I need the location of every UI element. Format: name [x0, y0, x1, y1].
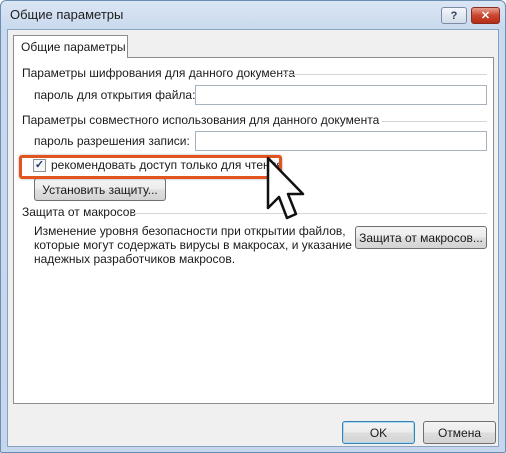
open-password-label: пароль для открытия файла:: [34, 88, 196, 102]
dialog-client-area: Общие параметры Параметры шифрования для…: [7, 29, 499, 447]
macro-description: Изменение уровня безопасности при открыт…: [34, 224, 352, 266]
dialog-window: Общие параметры ? ✕ Общие параметры Пара…: [0, 0, 506, 453]
mouse-pointer-icon: [266, 156, 305, 220]
modify-password-input[interactable]: [195, 131, 487, 151]
open-password-input[interactable]: [195, 85, 487, 105]
ok-button[interactable]: OK: [342, 421, 415, 444]
encryption-group-divider: [280, 74, 487, 75]
macro-security-button[interactable]: Защита от макросов...: [355, 226, 487, 249]
macro-group-title: Защита от макросов: [22, 205, 136, 219]
protect-document-button[interactable]: Установить защиту...: [34, 178, 166, 201]
macro-group-divider: [134, 213, 487, 214]
help-button[interactable]: ?: [441, 7, 467, 24]
title-bar[interactable]: Общие параметры ? ✕: [1, 1, 505, 29]
tab-label: Общие параметры: [21, 40, 126, 54]
sharing-group-title: Параметры совместного использования для …: [22, 113, 380, 127]
highlight-frame: [19, 155, 282, 179]
encryption-group-title: Параметры шифрования для данного докумен…: [22, 66, 295, 80]
window-title: Общие параметры: [10, 7, 124, 22]
modify-password-label: пароль разрешения записи:: [34, 134, 190, 148]
macro-description-line: надежных разработчиков макросов.: [34, 252, 236, 266]
close-button[interactable]: ✕: [471, 7, 500, 24]
sharing-group-divider: [382, 121, 487, 122]
macro-description-line: которые могут содержать вирусы в макроса…: [34, 238, 352, 252]
cancel-button[interactable]: Отмена: [423, 421, 496, 444]
tab-general-options[interactable]: Общие параметры: [13, 35, 128, 58]
macro-description-line: Изменение уровня безопасности при открыт…: [34, 224, 346, 238]
tab-panel: Параметры шифрования для данного докумен…: [13, 57, 494, 404]
